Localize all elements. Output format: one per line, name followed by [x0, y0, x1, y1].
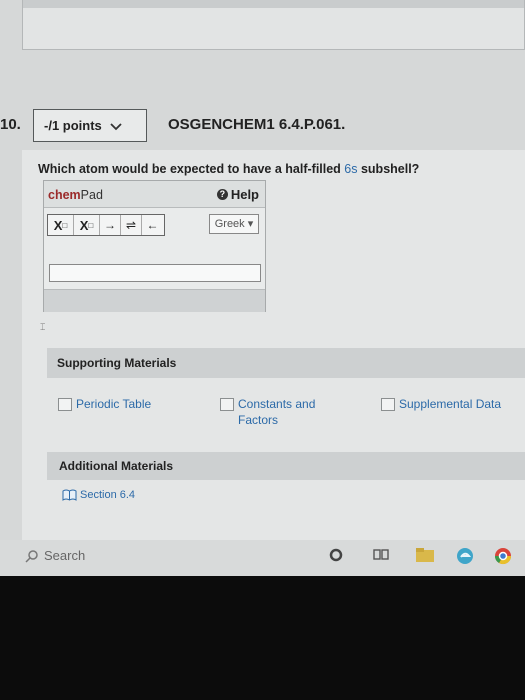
points-label: -/1 points — [44, 118, 102, 133]
supplemental-data-label: Supplemental Data — [399, 397, 502, 411]
constants-factors-label: Constants and Factors — [238, 397, 316, 427]
superscript-mark: □ — [88, 220, 94, 230]
points-dropdown[interactable]: -/1 points — [33, 109, 147, 142]
monitor-bezel — [0, 576, 525, 700]
question-text-end: subshell? — [357, 162, 420, 176]
previous-question-panel — [22, 0, 525, 50]
subshell-label: 6s — [344, 162, 358, 176]
text-cursor-icon: ⌶ — [40, 322, 46, 332]
question-text-start: Which atom would be expected to have a h… — [38, 162, 345, 176]
help-label: Help — [230, 187, 259, 202]
periodic-table-link[interactable]: Periodic Table — [58, 396, 151, 412]
document-icon — [58, 398, 72, 411]
chempad-title: chemPad — [48, 188, 103, 202]
equilibrium-arrow-button[interactable]: ⇌ — [121, 215, 142, 235]
section-link-label: Section 6.4 — [80, 489, 136, 501]
supporting-materials-heading: Supporting Materials — [57, 356, 177, 370]
additional-materials-bar: Additional Materials — [47, 452, 525, 480]
chevron-down-icon — [110, 122, 122, 130]
supporting-materials-bar: Supporting Materials — [47, 348, 525, 378]
chempad: chemPad ? Help X □ X □ → ⇌ ← Greek ▾ — [43, 180, 266, 312]
arrow-right-button[interactable]: → — [100, 215, 121, 235]
book-icon — [62, 489, 77, 501]
section-link[interactable]: Section 6.4 — [62, 489, 135, 501]
question-text: Which atom would be expected to have a h… — [38, 162, 419, 176]
chempad-header: chemPad ? Help — [44, 181, 265, 208]
periodic-table-label: Periodic Table — [76, 397, 152, 411]
greek-dropdown[interactable]: Greek ▾ — [209, 214, 259, 234]
chempad-toolbar: X □ X □ → ⇌ ← — [47, 214, 165, 236]
panel-strip — [23, 0, 524, 8]
taskbar-search[interactable]: Search — [25, 548, 85, 563]
chempad-footer — [44, 289, 265, 312]
additional-materials-heading: Additional Materials — [59, 459, 174, 473]
document-icon — [381, 398, 395, 411]
subscript-button[interactable]: X □ — [48, 215, 74, 235]
constants-factors-link[interactable]: Constants and Factors — [220, 396, 340, 428]
arrow-left-button[interactable]: ← — [142, 215, 163, 235]
supplemental-data-link[interactable]: Supplemental Data — [381, 396, 501, 412]
help-icon: ? — [216, 189, 228, 200]
answer-input[interactable] — [49, 264, 261, 282]
question-code: OSGENCHEM1 6.4.P.061. — [168, 116, 346, 133]
file-explorer-icon[interactable] — [415, 547, 435, 563]
cortana-icon[interactable] — [328, 547, 344, 563]
edge-icon[interactable] — [456, 547, 474, 565]
search-icon — [25, 549, 38, 563]
document-icon — [220, 398, 234, 411]
superscript-base: X — [79, 217, 89, 233]
task-view-icon[interactable] — [373, 547, 389, 563]
subscript-mark: □ — [62, 220, 68, 230]
question-number: 10. — [0, 116, 21, 133]
search-label: Search — [44, 548, 86, 563]
chrome-icon[interactable] — [494, 547, 512, 565]
subscript-base: X — [53, 217, 63, 233]
chempad-title-pad: Pad — [80, 188, 103, 202]
chempad-title-chem: chem — [48, 188, 81, 202]
superscript-button[interactable]: X □ — [74, 215, 100, 235]
help-button[interactable]: ? Help — [216, 187, 259, 202]
